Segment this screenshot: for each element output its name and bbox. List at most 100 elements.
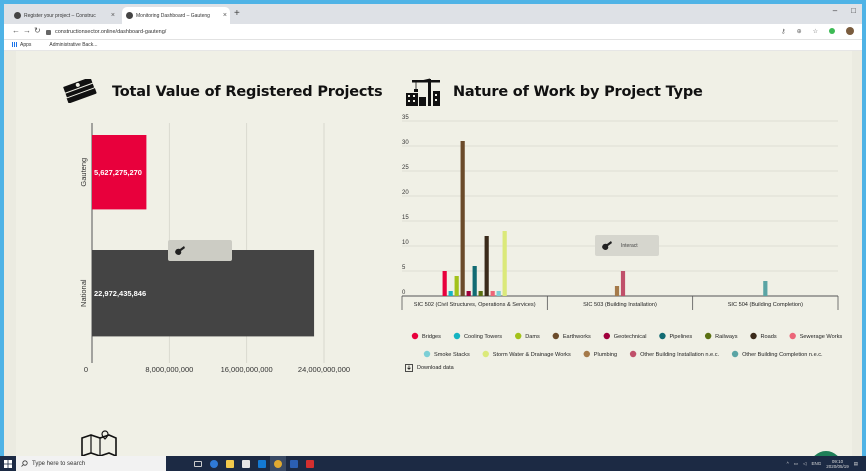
reload-icon[interactable]: ↻ <box>34 26 41 35</box>
bar-cooling-towers <box>448 291 453 296</box>
chrome-icon[interactable] <box>270 456 286 471</box>
legend-label: Storm Water & Drainage Works <box>493 352 571 358</box>
category-label: SIC 502 (Civil Structures, Operations & … <box>414 302 536 308</box>
value-interact-tooltip[interactable]: Interact <box>168 240 232 261</box>
address-bar-icons: ⚷ ⊕ ☆ <box>781 27 854 35</box>
y-tick-label: 5 <box>402 265 406 271</box>
legend-swatch <box>629 350 637 358</box>
language-indicator[interactable]: ENG <box>811 461 821 466</box>
file-explorer-icon[interactable] <box>222 456 238 471</box>
close-icon[interactable]: × <box>223 12 230 19</box>
legend-swatch <box>659 332 666 340</box>
legend-swatch <box>603 332 610 340</box>
category-label: SIC 504 (Building Completion) <box>728 302 803 308</box>
bar-plumbing <box>614 286 620 296</box>
notification-icon[interactable]: ▤ <box>854 461 858 467</box>
page-viewport: Total Value of Registered Projects Natur… <box>4 51 862 456</box>
bookmark-admin-back[interactable]: Administrative Back... <box>49 42 97 48</box>
url-field[interactable]: constructionsector.online/dashboard-gaut… <box>46 26 766 38</box>
url-text: constructionsector.online/dashboard-gaut… <box>55 29 167 35</box>
legend-label: Other Building Installation n.e.c. <box>640 352 719 358</box>
new-tab-button[interactable]: + <box>234 8 240 19</box>
tab-monitoring-dashboard[interactable]: Monitoring Dashboard – Gauteng × <box>122 7 230 24</box>
legend-swatch <box>750 332 757 340</box>
taskbar-search-input[interactable]: Type here to search <box>16 456 166 471</box>
clock-date: 2020/05/19 <box>826 463 849 469</box>
y-tick-label: 35 <box>402 115 409 121</box>
volume-icon[interactable]: ◁ <box>803 461 806 467</box>
legend-label: Roads <box>761 334 777 340</box>
legend-label: Sewerage Works <box>800 334 843 340</box>
bar-smoke-stacks <box>496 291 501 296</box>
pointer-hand-icon <box>175 246 185 255</box>
bar-railways <box>478 291 483 296</box>
y-tick-label: 20 <box>402 190 409 196</box>
zoom-icon[interactable]: ⊕ <box>797 28 802 35</box>
nature-interact-tooltip[interactable]: Interact <box>595 235 659 256</box>
network-icon[interactable]: ▭ <box>794 461 798 467</box>
legend-label: Geotechnical <box>614 334 647 340</box>
maximize-icon[interactable]: □ <box>851 6 856 15</box>
legend-swatch <box>789 332 796 340</box>
legend-label: Pipelines <box>669 334 692 340</box>
start-button[interactable] <box>0 456 16 471</box>
pointer-hand-icon <box>602 241 612 250</box>
bar-dams <box>454 276 459 296</box>
star-icon[interactable]: ☆ <box>813 28 818 35</box>
favicon-icon <box>14 12 21 19</box>
tooltip-label: Interact <box>192 247 209 254</box>
download-icon <box>405 364 413 372</box>
download-data-link[interactable]: Download data <box>405 364 454 372</box>
dashboard-content: Total Value of Registered Projects Natur… <box>16 51 852 456</box>
edge-icon[interactable] <box>206 456 222 471</box>
legend-swatch <box>411 332 419 340</box>
category-label: SIC 503 (Building Installation) <box>583 302 657 308</box>
legend-label: Other Building Completion n.e.c. <box>742 352 823 358</box>
legend-swatch <box>731 350 739 358</box>
bar-sewerage-works <box>490 291 495 296</box>
y-tick-label: 15 <box>402 215 409 221</box>
bar-other-building-installation-n-e-c- <box>620 271 626 296</box>
pdf-icon[interactable] <box>302 456 318 471</box>
bar-storm-water-drainage-works <box>502 231 507 296</box>
search-placeholder: Type here to search <box>32 460 86 467</box>
key-icon[interactable]: ⚷ <box>781 28 785 35</box>
address-bar: ← → ↻ constructionsector.online/dashboar… <box>4 24 862 40</box>
task-view-icon[interactable] <box>190 456 206 471</box>
y-tick-label: 10 <box>402 240 409 246</box>
bar-geotechnical <box>466 291 471 296</box>
system-tray: ^ ▭ ◁ ENG 09:10 2020/05/19 ▤ <box>787 456 858 471</box>
tab-register-project[interactable]: Register your project – Construc × <box>10 7 118 24</box>
bar-other-building-completion-n-e-c- <box>763 281 768 296</box>
clock[interactable]: 09:10 2020/05/19 <box>826 459 849 469</box>
legend-swatch <box>423 350 431 358</box>
y-tick-label: 25 <box>402 165 409 171</box>
word-icon[interactable] <box>286 456 302 471</box>
bar-earthworks <box>460 141 465 296</box>
legend-swatch <box>482 350 489 358</box>
lock-icon <box>46 29 51 35</box>
profile-avatar[interactable] <box>846 27 854 35</box>
extension-icon[interactable] <box>829 28 835 34</box>
outlook-icon[interactable] <box>254 456 270 471</box>
back-icon[interactable]: ← <box>12 26 20 35</box>
forward-icon[interactable]: → <box>23 26 31 35</box>
bookmarks-bar: Apps Administrative Back... <box>4 40 862 51</box>
legend-label: Dams <box>525 334 540 340</box>
legend-label: Cooling Towers <box>464 334 502 340</box>
tooltip-label: Interact <box>621 242 638 249</box>
legend-label: Earthworks <box>563 334 591 340</box>
bookmark-apps[interactable]: Apps <box>12 42 31 48</box>
search-icon <box>21 460 28 467</box>
legend-swatch <box>583 350 590 358</box>
windows-logo-icon <box>4 459 12 468</box>
apps-grid-icon <box>12 42 17 48</box>
minimize-icon[interactable]: – <box>833 6 837 15</box>
chevron-up-icon[interactable]: ^ <box>787 461 789 466</box>
windows-taskbar: Type here to search ^ ▭ ◁ ENG 09:10 2020… <box>0 456 866 471</box>
legend-label: Plumbing <box>594 352 617 358</box>
close-icon[interactable]: × <box>111 12 118 19</box>
favicon-icon <box>126 12 133 19</box>
map-pin-icon <box>81 430 117 456</box>
store-icon[interactable] <box>238 456 254 471</box>
